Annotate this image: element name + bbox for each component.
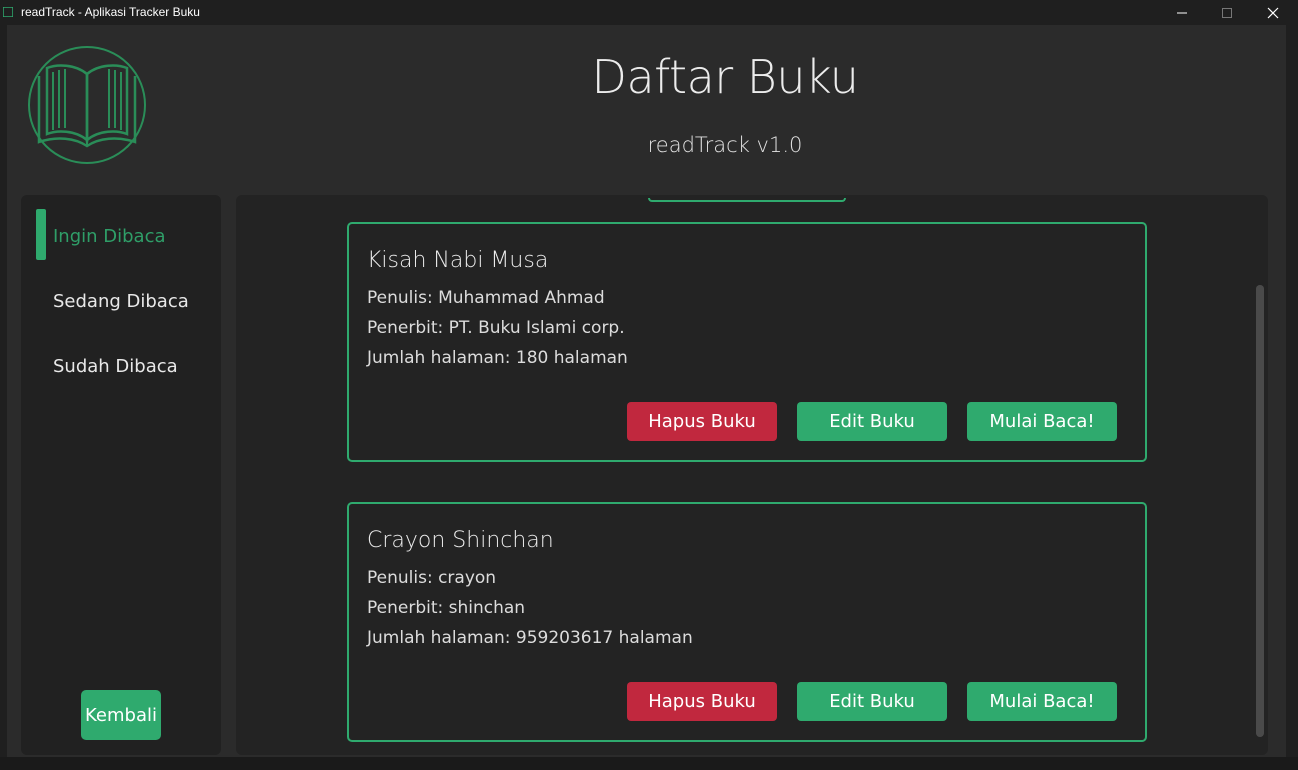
sidebar-item-sedang-dibaca[interactable]: Sedang Dibaca	[53, 291, 189, 312]
maximize-icon	[1222, 7, 1232, 18]
book-title: Crayon Shinchan	[367, 528, 554, 553]
book-title: Kisah Nabi Musa	[367, 248, 549, 273]
book-list-panel: Kisah Nabi Musa Penulis: Muhammad Ahmad …	[236, 195, 1268, 755]
book-publisher: Penerbit: shinchan	[367, 598, 526, 618]
minimize-icon	[1177, 12, 1187, 13]
window-bottom-edge	[0, 757, 1298, 770]
maximize-button[interactable]	[1204, 0, 1250, 25]
start-reading-button[interactable]: Mulai Baca!	[967, 682, 1117, 721]
sidebar-item-sudah-dibaca[interactable]: Sudah Dibaca	[53, 356, 178, 377]
book-logo-icon	[28, 46, 146, 164]
app-icon	[3, 7, 13, 17]
delete-book-button[interactable]: Hapus Buku	[627, 682, 777, 721]
sidebar: Ingin Dibaca Sedang Dibaca Sudah Dibaca	[21, 195, 221, 755]
book-author: Penulis: crayon	[367, 568, 497, 588]
minimize-button[interactable]	[1159, 0, 1205, 25]
book-card: Kisah Nabi Musa Penulis: Muhammad Ahmad …	[347, 222, 1147, 462]
book-publisher: Penerbit: PT. Buku Islami corp.	[367, 318, 625, 338]
book-card: Crayon Shinchan Penulis: crayon Penerbit…	[347, 502, 1147, 742]
active-indicator	[36, 209, 46, 260]
app-version: readTrack v1.0	[647, 133, 803, 157]
sidebar-item-ingin-dibaca[interactable]: Ingin Dibaca	[53, 226, 166, 247]
tab-indicator	[648, 198, 846, 202]
book-page-count: Jumlah halaman: 180 halaman	[367, 348, 628, 368]
delete-book-button[interactable]: Hapus Buku	[627, 402, 777, 441]
edit-book-button[interactable]: Edit Buku	[797, 402, 947, 441]
scrollbar-thumb[interactable]	[1256, 285, 1264, 737]
window-title: readTrack - Aplikasi Tracker Buku	[21, 5, 200, 19]
back-button[interactable]: Kembali	[81, 690, 161, 740]
edit-book-button[interactable]: Edit Buku	[797, 682, 947, 721]
book-page-count: Jumlah halaman: 959203617 halaman	[367, 628, 693, 648]
book-author: Penulis: Muhammad Ahmad	[367, 288, 605, 308]
page-title: Daftar Buku	[591, 50, 859, 104]
title-bar: readTrack - Aplikasi Tracker Buku	[0, 0, 1298, 25]
close-icon	[1267, 7, 1279, 18]
close-button[interactable]	[1250, 0, 1296, 25]
start-reading-button[interactable]: Mulai Baca!	[967, 402, 1117, 441]
